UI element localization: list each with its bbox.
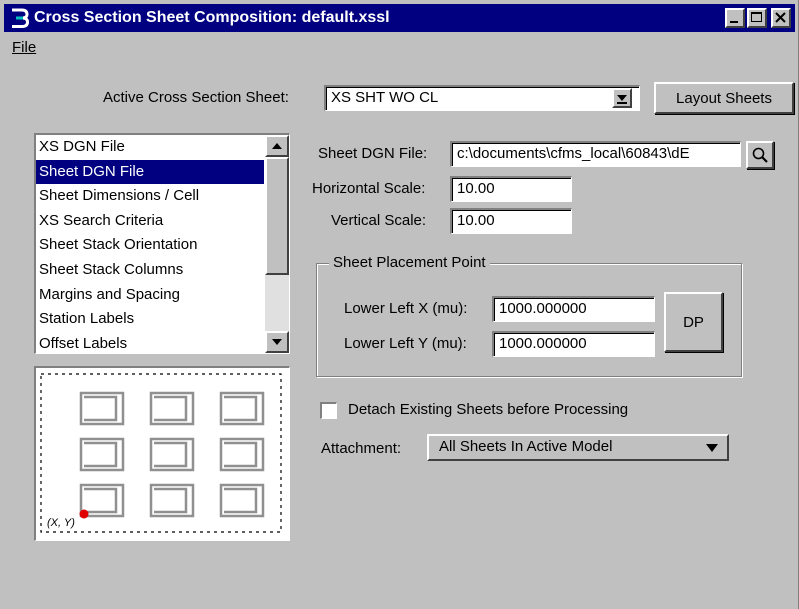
active-sheet-dropdown[interactable]: XS SHT WO CL [324, 85, 640, 111]
search-icon [752, 147, 768, 163]
scroll-up-button[interactable] [265, 135, 289, 157]
list-item[interactable]: XS Search Criteria [36, 209, 264, 234]
sheet-thumb [149, 437, 195, 472]
lower-left-x-field[interactable]: 1000.000000 [492, 296, 655, 322]
maximize-icon [751, 12, 762, 22]
window-title: Cross Section Sheet Composition: default… [34, 9, 390, 26]
scroll-down-button[interactable] [265, 331, 289, 353]
layout-sheets-button[interactable]: Layout Sheets [654, 82, 794, 114]
menu-file[interactable]: File [4, 37, 44, 58]
sheet-layout-diagram [40, 373, 282, 533]
horizontal-scale-value: 10.00 [457, 180, 495, 197]
detach-label: Detach Existing Sheets before Processing [348, 401, 629, 418]
list-item[interactable]: Sheet Stack Orientation [36, 233, 264, 258]
list-item[interactable]: Sheet Stack Columns [36, 258, 264, 283]
sheet-dgn-field[interactable]: c:\documents\cfms_local\60843\dE [450, 141, 741, 167]
placement-group-label: Sheet Placement Point [329, 254, 490, 271]
minimize-button[interactable] [725, 8, 745, 28]
detach-checkbox[interactable] [320, 402, 337, 419]
sheet-grid [79, 391, 265, 518]
arrow-up-icon [272, 143, 282, 149]
active-sheet-value: XS SHT WO CL [331, 89, 439, 106]
sheet-dgn-label: Sheet DGN File: [318, 145, 428, 162]
lower-left-x-label: Lower Left X (mu): [344, 300, 468, 317]
chevron-down-icon [706, 444, 718, 452]
lower-left-x-value: 1000.000000 [499, 300, 587, 317]
dialog-window: Cross Section Sheet Composition: default… [0, 0, 799, 609]
horizontal-scale-field[interactable]: 10.00 [450, 176, 572, 202]
category-list[interactable]: XS DGN File Sheet DGN File Sheet Dimensi… [34, 133, 290, 354]
menu-file-label: File [12, 38, 37, 56]
list-item[interactable]: Station Labels [36, 307, 264, 332]
layout-preview: (X, Y) [34, 366, 290, 541]
layout-sheets-label: Layout Sheets [676, 89, 772, 107]
dp-button[interactable]: DP [664, 292, 723, 352]
origin-label: (X, Y) [47, 517, 75, 529]
horizontal-scale-label: Horizontal Scale: [312, 180, 426, 197]
list-scrollbar[interactable] [265, 135, 289, 353]
lower-left-y-field[interactable]: 1000.000000 [492, 331, 655, 357]
list-item[interactable]: Sheet DGN File [36, 159, 264, 185]
placement-group: Sheet Placement Point Lower Left X (mu):… [316, 254, 742, 377]
dp-button-label: DP [683, 313, 704, 331]
lower-left-y-label: Lower Left Y (mu): [344, 335, 467, 352]
active-sheet-label: Active Cross Section Sheet: [103, 89, 289, 106]
menu-bar: File [4, 34, 44, 60]
sheet-thumb [219, 391, 265, 426]
sheet-dgn-value: c:\documents\cfms_local\60843\dE [457, 145, 690, 162]
origin-point-marker [79, 509, 89, 519]
minimize-icon [730, 21, 738, 23]
active-sheet-dropdown-button[interactable] [612, 88, 632, 108]
close-icon [775, 12, 786, 23]
attachment-value: All Sheets In Active Model [439, 438, 613, 455]
arrow-down-icon [272, 339, 282, 345]
vertical-scale-field[interactable]: 10.00 [450, 208, 572, 234]
sheet-thumb [149, 483, 195, 518]
bentley-b-icon [12, 8, 30, 28]
attachment-label: Attachment: [321, 440, 402, 457]
close-button[interactable] [771, 8, 791, 28]
title-bar[interactable]: Cross Section Sheet Composition: default… [4, 4, 795, 32]
sheet-thumb [79, 437, 125, 472]
browse-button[interactable] [746, 141, 774, 169]
vertical-scale-label: Vertical Scale: [331, 212, 427, 229]
scroll-thumb[interactable] [265, 157, 289, 275]
sheet-thumb [219, 483, 265, 518]
chevron-down-icon [617, 95, 627, 104]
vertical-scale-value: 10.00 [457, 212, 495, 229]
maximize-button[interactable] [747, 8, 767, 28]
sheet-thumb [79, 391, 125, 426]
category-list-items: XS DGN File Sheet DGN File Sheet Dimensi… [36, 135, 264, 356]
list-item[interactable]: Offset Labels [36, 332, 264, 357]
lower-left-y-value: 1000.000000 [499, 335, 587, 352]
sheet-thumb [149, 391, 195, 426]
list-item[interactable]: Sheet Dimensions / Cell [36, 184, 264, 209]
list-item[interactable]: Margins and Spacing [36, 283, 264, 308]
sheet-thumb [219, 437, 265, 472]
list-item[interactable]: XS DGN File [36, 135, 264, 160]
attachment-dropdown[interactable]: All Sheets In Active Model [427, 434, 729, 461]
